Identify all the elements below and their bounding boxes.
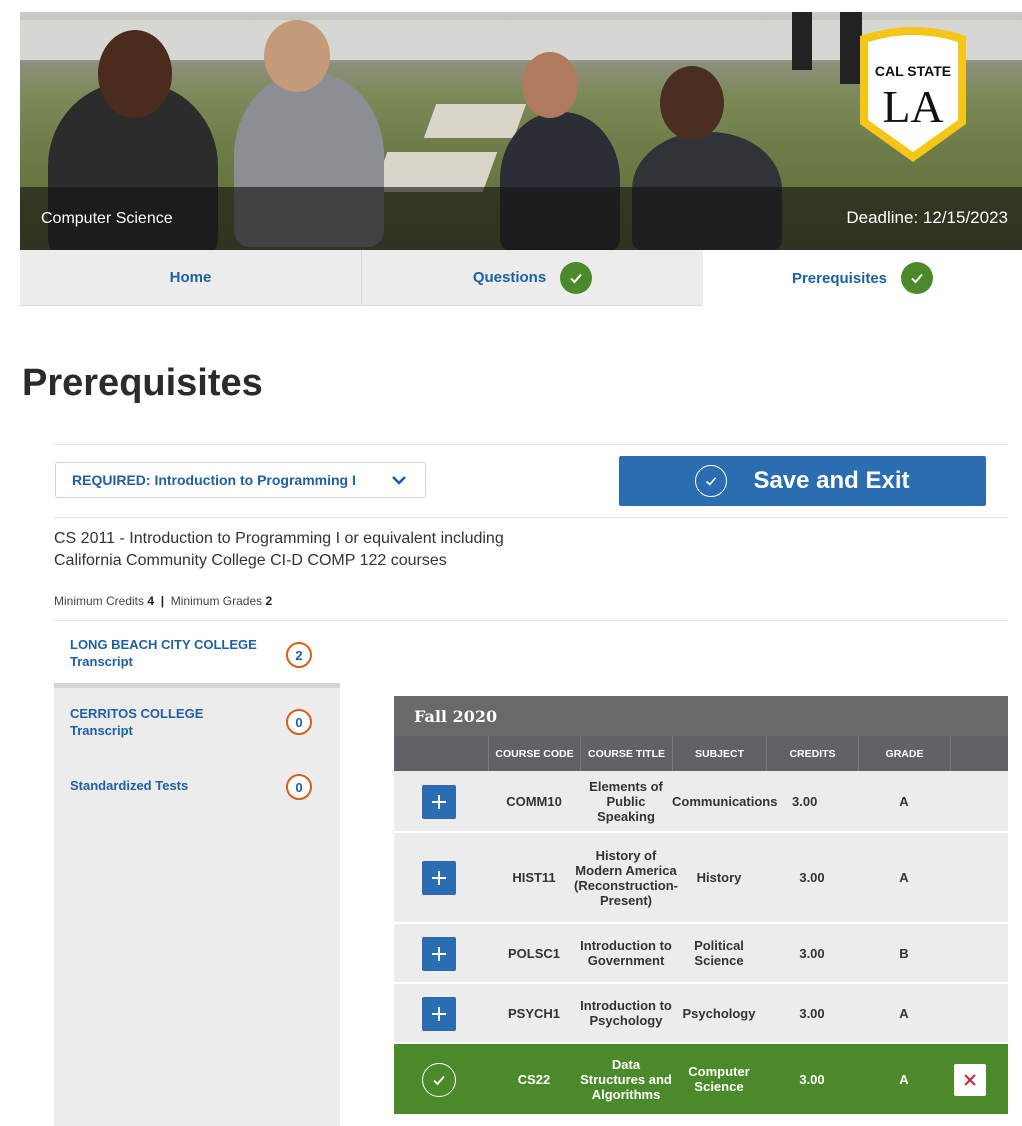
add-course-button[interactable] (422, 997, 456, 1031)
hero-banner: Computer Science Deadline: 12/15/2023 CA… (20, 12, 1022, 250)
course-subject: Communications (672, 793, 778, 809)
course-code: POLSC1 (507, 945, 560, 961)
check-circle-outline-icon (695, 465, 728, 497)
tab-questions[interactable]: Questions (362, 250, 703, 306)
course-title: History of Modern America (Reconstructio… (574, 847, 678, 908)
table-row: HIST11 History of Modern America (Recons… (394, 833, 1008, 924)
course-grade: A (899, 1005, 909, 1021)
hero-photo-student-head (522, 52, 578, 118)
divider (54, 620, 1008, 621)
add-course-button[interactable] (422, 785, 456, 819)
add-course-button[interactable] (422, 861, 456, 895)
source-label: CERRITOS COLLEGE Transcript (70, 706, 204, 738)
save-and-exit-button[interactable]: Save and Exit (619, 456, 986, 506)
source-label: Standardized Tests (70, 778, 189, 793)
term-header: Fall 2020 (394, 696, 1008, 736)
course-subject: Psychology (682, 1005, 756, 1021)
source-item-standardized-tests[interactable]: Standardized Tests 0 (54, 772, 340, 812)
chevron-down-icon (392, 476, 406, 485)
logo-line1: CAL STATE (875, 63, 951, 79)
hero-photo-paver (423, 104, 527, 138)
tab-home-label: Home (169, 269, 212, 286)
hero-photo-student-head (264, 20, 330, 92)
source-count-badge: 0 (286, 709, 312, 735)
divider (54, 444, 1008, 445)
course-subject: Computer Science (688, 1064, 750, 1094)
course-title: Introduction to Psychology (580, 998, 672, 1028)
min-credits-label: Minimum Credits (54, 594, 145, 608)
hero-photo-post (792, 12, 812, 70)
column-header-course-title: COURSE TITLE (580, 736, 672, 771)
step-tabs: Home Questions Prerequisites (20, 250, 1022, 306)
source-item-cerritos[interactable]: CERRITOS COLLEGE Transcript 0 (54, 695, 340, 745)
min-grades-label: Minimum Grades (170, 594, 263, 608)
column-header-action (394, 736, 488, 771)
page-title: Prerequisites (22, 362, 263, 404)
tab-questions-label: Questions (472, 269, 547, 286)
column-header-grade: GRADE (858, 736, 950, 771)
table-column-headers: COURSE CODE COURSE TITLE SUBJECT CREDITS… (394, 736, 1008, 771)
plus-icon (432, 947, 446, 961)
plus-icon (432, 1007, 446, 1021)
column-header-subject: SUBJECT (672, 736, 766, 771)
save-and-exit-label: Save and Exit (753, 467, 910, 494)
add-course-button[interactable] (422, 937, 456, 971)
course-credits: 3.00 (792, 793, 818, 809)
tab-prerequisites-label: Prerequisites (791, 269, 888, 287)
course-grade: A (899, 793, 909, 809)
table-row: COMM10 Elements of Public Speaking Commu… (394, 771, 1008, 833)
min-credits-value: 4 (147, 594, 155, 608)
course-code: COMM10 (506, 793, 562, 809)
course-credits: 3.00 (799, 870, 825, 885)
requirement-description: CS 2011 - Introduction to Programming I … (54, 530, 504, 569)
application-deadline: Deadline: 12/15/2023 (846, 208, 1008, 227)
cal-state-la-logo: CAL STATE LA (860, 27, 966, 162)
course-title: Data Structures and Algorithms (580, 1056, 672, 1102)
course-credits: 3.00 (799, 1071, 825, 1087)
course-code: HIST11 (512, 870, 556, 885)
divider (54, 517, 1008, 518)
check-circle-icon (901, 262, 934, 294)
source-count-badge: 0 (286, 774, 312, 800)
remove-course-button[interactable] (954, 1064, 986, 1096)
table-row-selected: CS22 Data Structures and Algorithms Comp… (394, 1044, 1008, 1116)
hero-photo-paver (372, 152, 498, 192)
tab-prerequisites[interactable]: Prerequisites (703, 250, 1022, 306)
source-item-long-beach[interactable]: LONG BEACH CITY COLLEGE Transcript 2 (54, 622, 340, 688)
requirement-dropdown[interactable]: REQUIRED: Introduction to Programming I (55, 462, 426, 498)
course-code: CS22 (517, 1071, 551, 1087)
check-circle-outline-icon (422, 1063, 456, 1097)
plus-icon (432, 795, 446, 809)
requirement-dropdown-value: REQUIRED: Introduction to Programming I (72, 472, 356, 488)
min-grades-value: 2 (265, 594, 273, 608)
course-title: Elements of Public Speaking (589, 778, 663, 824)
transcript-source-list: LONG BEACH CITY COLLEGE Transcript 2 CER… (54, 622, 340, 1126)
course-grade: B (899, 945, 909, 961)
separator: | (157, 594, 168, 608)
table-row: POLSC1 Introduction to Government Politi… (394, 924, 1008, 984)
course-grade: A (899, 1071, 909, 1087)
column-header-remove (950, 736, 1008, 771)
course-subject: Political Science (694, 938, 744, 968)
course-credits: 3.00 (799, 945, 825, 961)
column-header-course-code: COURSE CODE (488, 736, 580, 771)
check-circle-icon (560, 261, 593, 294)
table-row: PSYCH1 Introduction to Psychology Psycho… (394, 984, 1008, 1044)
close-icon (964, 1074, 976, 1086)
course-grade: A (899, 870, 909, 885)
course-code: PSYCH1 (507, 1005, 561, 1021)
source-label: LONG BEACH CITY COLLEGE Transcript (70, 637, 257, 669)
hero-photo-student-head (98, 30, 172, 118)
source-count-badge: 2 (286, 642, 312, 668)
course-credits: 3.00 (799, 1005, 825, 1021)
logo-line2: LA (882, 81, 943, 132)
hero-photo-student-head (660, 66, 724, 140)
course-subject: History (696, 870, 742, 885)
program-name: Computer Science (41, 210, 173, 227)
requirement-minimums: Minimum Credits 4 | Minimum Grades 2 (54, 594, 272, 608)
tab-home[interactable]: Home (20, 250, 362, 306)
plus-icon (432, 871, 446, 885)
column-header-credits: CREDITS (766, 736, 858, 771)
course-title: Introduction to Government (580, 938, 672, 968)
